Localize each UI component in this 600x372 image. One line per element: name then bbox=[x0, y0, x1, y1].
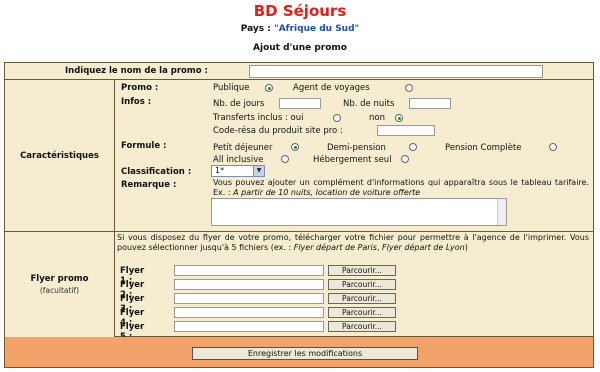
flyer-example-2: Flyer départ de Lyon bbox=[382, 243, 465, 252]
radio-agent-voyages[interactable] bbox=[405, 84, 413, 92]
caracteristiques-label: Caractéristiques bbox=[5, 80, 115, 232]
flyer-panel: Si vous disposez du flyer de votre promo… bbox=[115, 232, 593, 342]
code-resa-label: Code-résa du produit site pro : bbox=[213, 126, 343, 136]
flyer-label-cell: Flyer promo (facultatif) bbox=[5, 232, 115, 337]
remarque-label: Remarque : bbox=[121, 180, 177, 190]
remarque-example: A partir de 10 nuits, location de voitur… bbox=[233, 188, 421, 197]
radio-publique[interactable] bbox=[265, 84, 273, 92]
radio-pension-complete[interactable] bbox=[549, 143, 557, 151]
browse-button[interactable]: Parcourir... bbox=[328, 279, 396, 290]
browse-button[interactable]: Parcourir... bbox=[328, 293, 396, 304]
radio-transferts-non[interactable] bbox=[395, 114, 403, 122]
nb-nuits-input[interactable] bbox=[409, 98, 451, 109]
option-agent-label: Agent de voyages bbox=[293, 83, 370, 93]
classification-select[interactable]: 1* ▼ bbox=[211, 165, 265, 177]
promo-type-label: Promo : bbox=[121, 83, 159, 93]
radio-demi-pension[interactable] bbox=[409, 143, 417, 151]
transferts-label: Transferts inclus : oui bbox=[213, 113, 304, 123]
promo-name-row: Indiquez le nom de la promo : bbox=[5, 63, 593, 80]
textarea-scrollbar[interactable] bbox=[497, 199, 506, 225]
flyer-file-input[interactable] bbox=[174, 321, 324, 332]
formule-pension-complete-label: Pension Complète bbox=[445, 143, 522, 153]
caracteristiques-panel: Promo : Publique Agent de voyages Infos … bbox=[115, 80, 593, 232]
flyer-file-input[interactable] bbox=[174, 279, 324, 290]
submit-row: Enregistrer les modifications bbox=[5, 337, 593, 367]
option-publique-label: Publique bbox=[213, 83, 250, 93]
flyer-file-input[interactable] bbox=[174, 265, 324, 276]
radio-petit-dejeuner[interactable] bbox=[291, 143, 299, 151]
browse-button[interactable]: Parcourir... bbox=[328, 265, 396, 276]
flyer-optional-label: (facultatif) bbox=[39, 286, 80, 295]
nb-jours-label: Nb. de jours bbox=[213, 99, 265, 109]
radio-hebergement-seul[interactable] bbox=[401, 155, 409, 163]
radio-all-inclusive[interactable] bbox=[281, 155, 289, 163]
classification-value: 1* bbox=[215, 166, 225, 175]
country-line: Pays : "Afrique du Sud" bbox=[0, 24, 600, 34]
flyer-example-sep: , bbox=[376, 243, 380, 252]
browse-button[interactable]: Parcourir... bbox=[328, 307, 396, 318]
remarque-textarea[interactable] bbox=[211, 198, 507, 226]
flyer-example-1: Flyer départ de Paris bbox=[293, 243, 377, 252]
save-button[interactable]: Enregistrer les modifications bbox=[192, 347, 418, 360]
formule-demi-pension-label: Demi-pension bbox=[327, 143, 386, 153]
formule-petit-dejeuner-label: Petit déjeuner bbox=[213, 143, 273, 153]
formule-label: Formule : bbox=[121, 141, 167, 151]
country-value: "Afrique du Sud" bbox=[274, 24, 360, 34]
nb-jours-input[interactable] bbox=[279, 98, 321, 109]
infos-label: Infos : bbox=[121, 97, 152, 107]
flyer-help: Si vous disposez du flyer de votre promo… bbox=[117, 233, 589, 253]
flyer-label: Flyer promo bbox=[30, 274, 89, 284]
flyer-example-close: ) bbox=[464, 243, 468, 252]
chevron-down-icon[interactable]: ▼ bbox=[253, 166, 264, 176]
flyer-file-input[interactable] bbox=[174, 293, 324, 304]
page-subtitle: Ajout d'une promo bbox=[253, 43, 347, 53]
flyer-file-input[interactable] bbox=[174, 307, 324, 318]
radio-transferts-oui[interactable] bbox=[333, 114, 341, 122]
country-label: Pays : bbox=[240, 24, 275, 34]
classification-label: Classification : bbox=[121, 167, 192, 177]
nb-nuits-label: Nb. de nuits bbox=[343, 99, 395, 109]
browse-button[interactable]: Parcourir... bbox=[328, 321, 396, 332]
formule-hebergement-seul-label: Hébergement seul bbox=[313, 155, 392, 165]
remarque-help: Vous pouvez ajouter un complément d'info… bbox=[213, 178, 589, 198]
promo-form: Indiquez le nom de la promo : Caractéris… bbox=[4, 62, 594, 368]
promo-name-input[interactable] bbox=[249, 65, 543, 78]
promo-name-label: Indiquez le nom de la promo : bbox=[65, 66, 208, 76]
code-resa-input[interactable] bbox=[377, 125, 435, 136]
transferts-non-label: non bbox=[369, 113, 385, 123]
page-title: BD Séjours bbox=[253, 2, 347, 20]
formule-all-inclusive-label: All inclusive bbox=[213, 155, 264, 165]
